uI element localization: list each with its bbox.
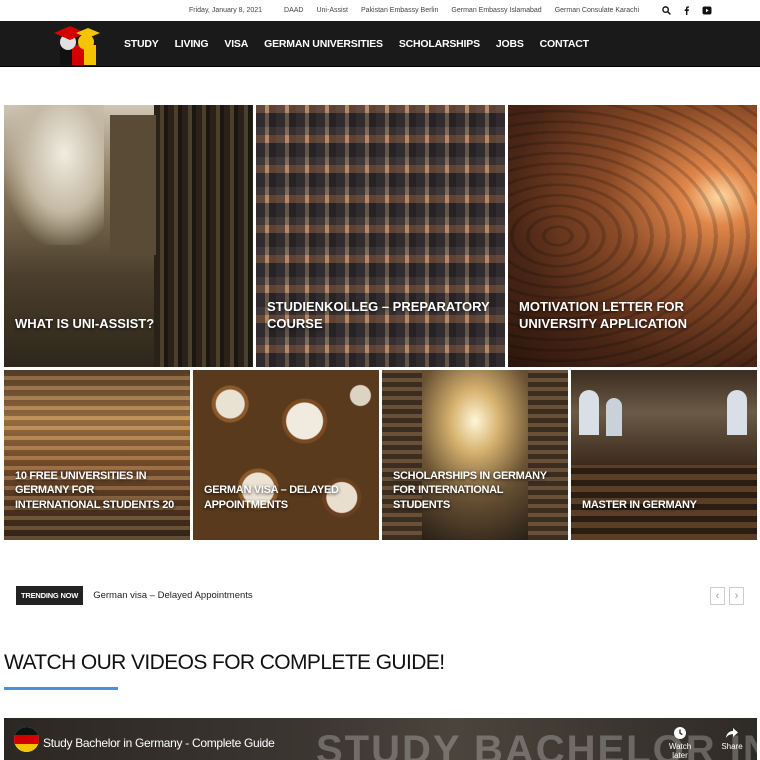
top-links: DAAD Uni-Assist Pakistan Embassy Berlin … [284,7,652,14]
videos-heading: WATCH OUR VIDEOS FOR COMPLETE GUIDE! [4,651,445,674]
top-link-daad[interactable]: DAAD [284,7,303,14]
featured-title: SCHOLARSHIPS IN GERMANY FOR INTERNATIONA… [393,470,547,511]
video-title[interactable]: Study Bachelor in Germany - Complete Gui… [43,736,275,750]
featured-tile-german-visa[interactable]: GERMAN VISA – DELAYED APPOINTMENTS [193,370,379,540]
nav-living[interactable]: LIVING [175,38,209,50]
trending-link[interactable]: German visa – Delayed Appointments [93,590,252,601]
watch-later-label: Watch later [668,742,692,760]
share-icon [726,728,738,738]
featured-tile-free-universities[interactable]: 10 FREE UNIVERSITIES IN GERMANY FOR INTE… [4,370,190,540]
nav-study[interactable]: STUDY [124,38,159,50]
main-navbar: STUDY LIVING VISA GERMAN UNIVERSITIES SC… [0,21,760,67]
top-link-german-consulate[interactable]: German Consulate Karachi [555,7,639,14]
share-button[interactable]: Share [717,726,747,751]
featured-title: GERMAN VISA – DELAYED APPOINTMENTS [204,484,339,511]
nav-contact[interactable]: CONTACT [540,38,589,50]
featured-title: MOTIVATION LETTER FOR UNIVERSITY APPLICA… [519,299,688,332]
site-logo[interactable] [46,23,102,65]
facebook-icon[interactable] [683,6,690,15]
nav-jobs[interactable]: JOBS [496,38,524,50]
featured-grid-small: 10 FREE UNIVERSITIES IN GERMANY FOR INTE… [4,370,757,540]
trending-badge: TRENDING NOW [16,586,84,605]
channel-avatar[interactable] [14,727,39,752]
watch-later-button[interactable]: Watch later [660,726,700,760]
prev-arrow-icon[interactable]: ‹ [710,587,725,605]
top-link-pakistan-embassy[interactable]: Pakistan Embassy Berlin [361,7,438,14]
nav-german-universities[interactable]: GERMAN UNIVERSITIES [264,38,383,50]
featured-tile-uni-assist[interactable]: WHAT IS UNI-ASSIST? [4,105,253,367]
youtube-icon[interactable] [702,6,712,15]
top-link-german-embassy[interactable]: German Embassy Islamabad [451,7,541,14]
featured-tile-master-germany[interactable]: MASTER IN GERMANY [571,370,757,540]
featured-grid-large: WHAT IS UNI-ASSIST? STUDIENKOLLEG – PREP… [4,105,757,367]
featured-title: WHAT IS UNI-ASSIST? [15,316,155,332]
trending-bar: TRENDING NOW German visa – Delayed Appoi… [16,586,253,605]
search-icon[interactable] [662,6,672,15]
heading-underline [4,687,118,690]
clock-icon [674,727,686,739]
featured-tile-scholarships[interactable]: SCHOLARSHIPS IN GERMANY FOR INTERNATIONA… [382,370,568,540]
video-embed[interactable]: STUDY BACHELOR IN Study Bachelor in Germ… [4,718,757,760]
top-bar: Friday, January 8, 2021 DAAD Uni-Assist … [0,0,760,21]
featured-title: STUDIENKOLLEG – PREPARATORY COURSE [267,299,490,332]
current-date: Friday, January 8, 2021 [189,7,263,14]
featured-tile-studienkolleg[interactable]: STUDIENKOLLEG – PREPARATORY COURSE [256,105,505,367]
trending-nav: ‹ › [710,587,744,605]
featured-title: MASTER IN GERMANY [582,498,697,511]
featured-title: 10 FREE UNIVERSITIES IN GERMANY FOR INTE… [15,470,174,511]
nav-scholarships[interactable]: SCHOLARSHIPS [399,38,480,50]
top-link-uni-assist[interactable]: Uni-Assist [316,7,348,14]
next-arrow-icon[interactable]: › [729,587,744,605]
share-label: Share [721,742,743,751]
nav-visa[interactable]: VISA [224,38,248,50]
featured-tile-motivation-letter[interactable]: MOTIVATION LETTER FOR UNIVERSITY APPLICA… [508,105,757,367]
